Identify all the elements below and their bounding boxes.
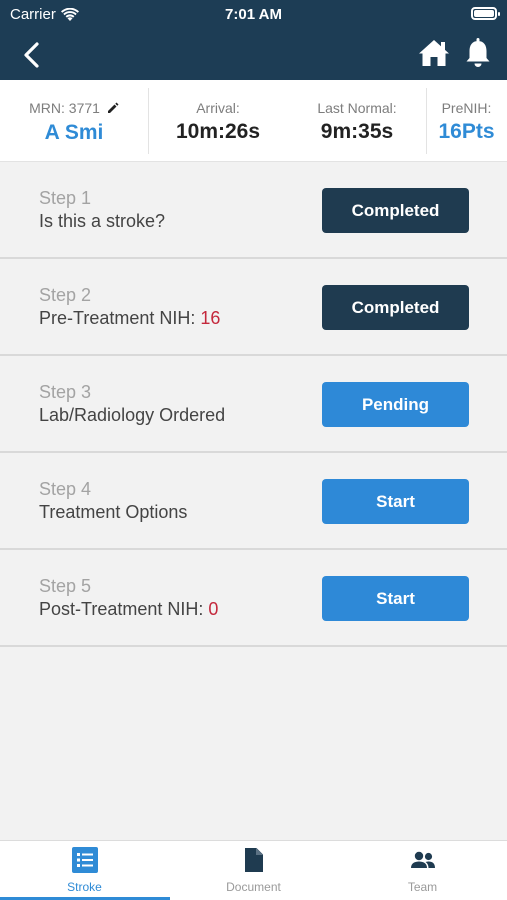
- chevron-left-icon: [24, 42, 39, 68]
- step-number: Step 4: [39, 479, 92, 499]
- mrn-label: MRN: 3771: [29, 100, 100, 116]
- step-number: Step 5: [39, 576, 92, 596]
- step-title-text: Post-Treatment NIH:: [39, 599, 209, 619]
- notifications-button[interactable]: [461, 36, 495, 70]
- step-title: Is this a stroke?: [39, 211, 165, 232]
- arrival-value: 10m:26s: [175, 120, 261, 143]
- document-icon: [245, 848, 263, 872]
- step-score: 16: [200, 308, 221, 328]
- steps-list: Step 1 Is this a stroke? Completed Step …: [0, 162, 507, 647]
- step-number: Step 1: [39, 188, 92, 208]
- step-title: Pre-Treatment NIH: 16: [39, 308, 220, 329]
- back-button[interactable]: [14, 38, 48, 72]
- prenih-label: PreNIH:: [441, 100, 492, 116]
- step-4-row: Step 4 Treatment Options Start: [0, 453, 507, 550]
- step-title-text: Lab/Radiology Ordered: [39, 405, 226, 425]
- step-3-row: Step 3 Lab/Radiology Ordered Pending: [0, 356, 507, 453]
- patient-summary[interactable]: MRN: 3771 A Smi: [0, 80, 148, 162]
- tab-label: Document: [226, 880, 281, 894]
- edit-pencil-icon[interactable]: [107, 101, 119, 117]
- step-3-pending-button[interactable]: Pending: [322, 382, 469, 427]
- bell-icon: [466, 38, 490, 67]
- home-icon: [419, 40, 449, 66]
- list-icon: [72, 847, 98, 873]
- arrival-label: Arrival:: [196, 100, 240, 116]
- arrival-timer: Arrival: 10m:26s: [148, 80, 288, 162]
- navigation-bar: Carrier 7:01 AM: [0, 0, 507, 80]
- step-title: Lab/Radiology Ordered: [39, 405, 225, 426]
- team-icon: [411, 851, 435, 868]
- patient-name: A Smi: [44, 121, 104, 144]
- tab-label: Team: [407, 880, 438, 894]
- step-title-text: Treatment Options: [39, 502, 188, 522]
- tab-stroke[interactable]: Stroke: [0, 841, 169, 900]
- step-title: Treatment Options: [39, 502, 187, 523]
- tab-label: Stroke: [67, 880, 102, 894]
- last-normal-label: Last Normal:: [317, 100, 397, 116]
- step-2-completed-button[interactable]: Completed: [322, 285, 469, 330]
- battery-icon: [471, 7, 500, 20]
- step-1-completed-button[interactable]: Completed: [322, 188, 469, 233]
- step-1-row: Step 1 Is this a stroke? Completed: [0, 162, 507, 259]
- step-title: Post-Treatment NIH: 0: [39, 599, 218, 620]
- last-normal-value: 9m:35s: [320, 120, 394, 143]
- step-number: Step 3: [39, 382, 92, 402]
- step-number: Step 2: [39, 285, 92, 305]
- step-title-text: Is this a stroke?: [39, 211, 166, 231]
- step-title-text: Pre-Treatment NIH:: [39, 308, 201, 328]
- step-score: 0: [208, 599, 219, 619]
- status-bar: Carrier 7:01 AM: [0, 0, 507, 28]
- step-5-start-button[interactable]: Start: [322, 576, 469, 621]
- step-2-row: Step 2 Pre-Treatment NIH: 16 Completed: [0, 259, 507, 356]
- prenih-score: PreNIH: 16Pts: [426, 80, 507, 162]
- prenih-value: 16Pts: [438, 120, 495, 143]
- clock: 7:01 AM: [225, 6, 282, 23]
- last-normal-timer: Last Normal: 9m:35s: [288, 80, 426, 162]
- mrn-row: MRN: 3771: [0, 100, 148, 117]
- tab-document[interactable]: Document: [169, 841, 338, 900]
- tab-bar: Stroke Document Team: [0, 840, 507, 900]
- home-button[interactable]: [417, 36, 451, 70]
- step-4-start-button[interactable]: Start: [322, 479, 469, 524]
- patient-info-bar: MRN: 3771 A Smi Arrival: 10m:26s Last No…: [0, 80, 507, 162]
- step-5-row: Step 5 Post-Treatment NIH: 0 Start: [0, 550, 507, 647]
- tab-team[interactable]: Team: [338, 841, 507, 900]
